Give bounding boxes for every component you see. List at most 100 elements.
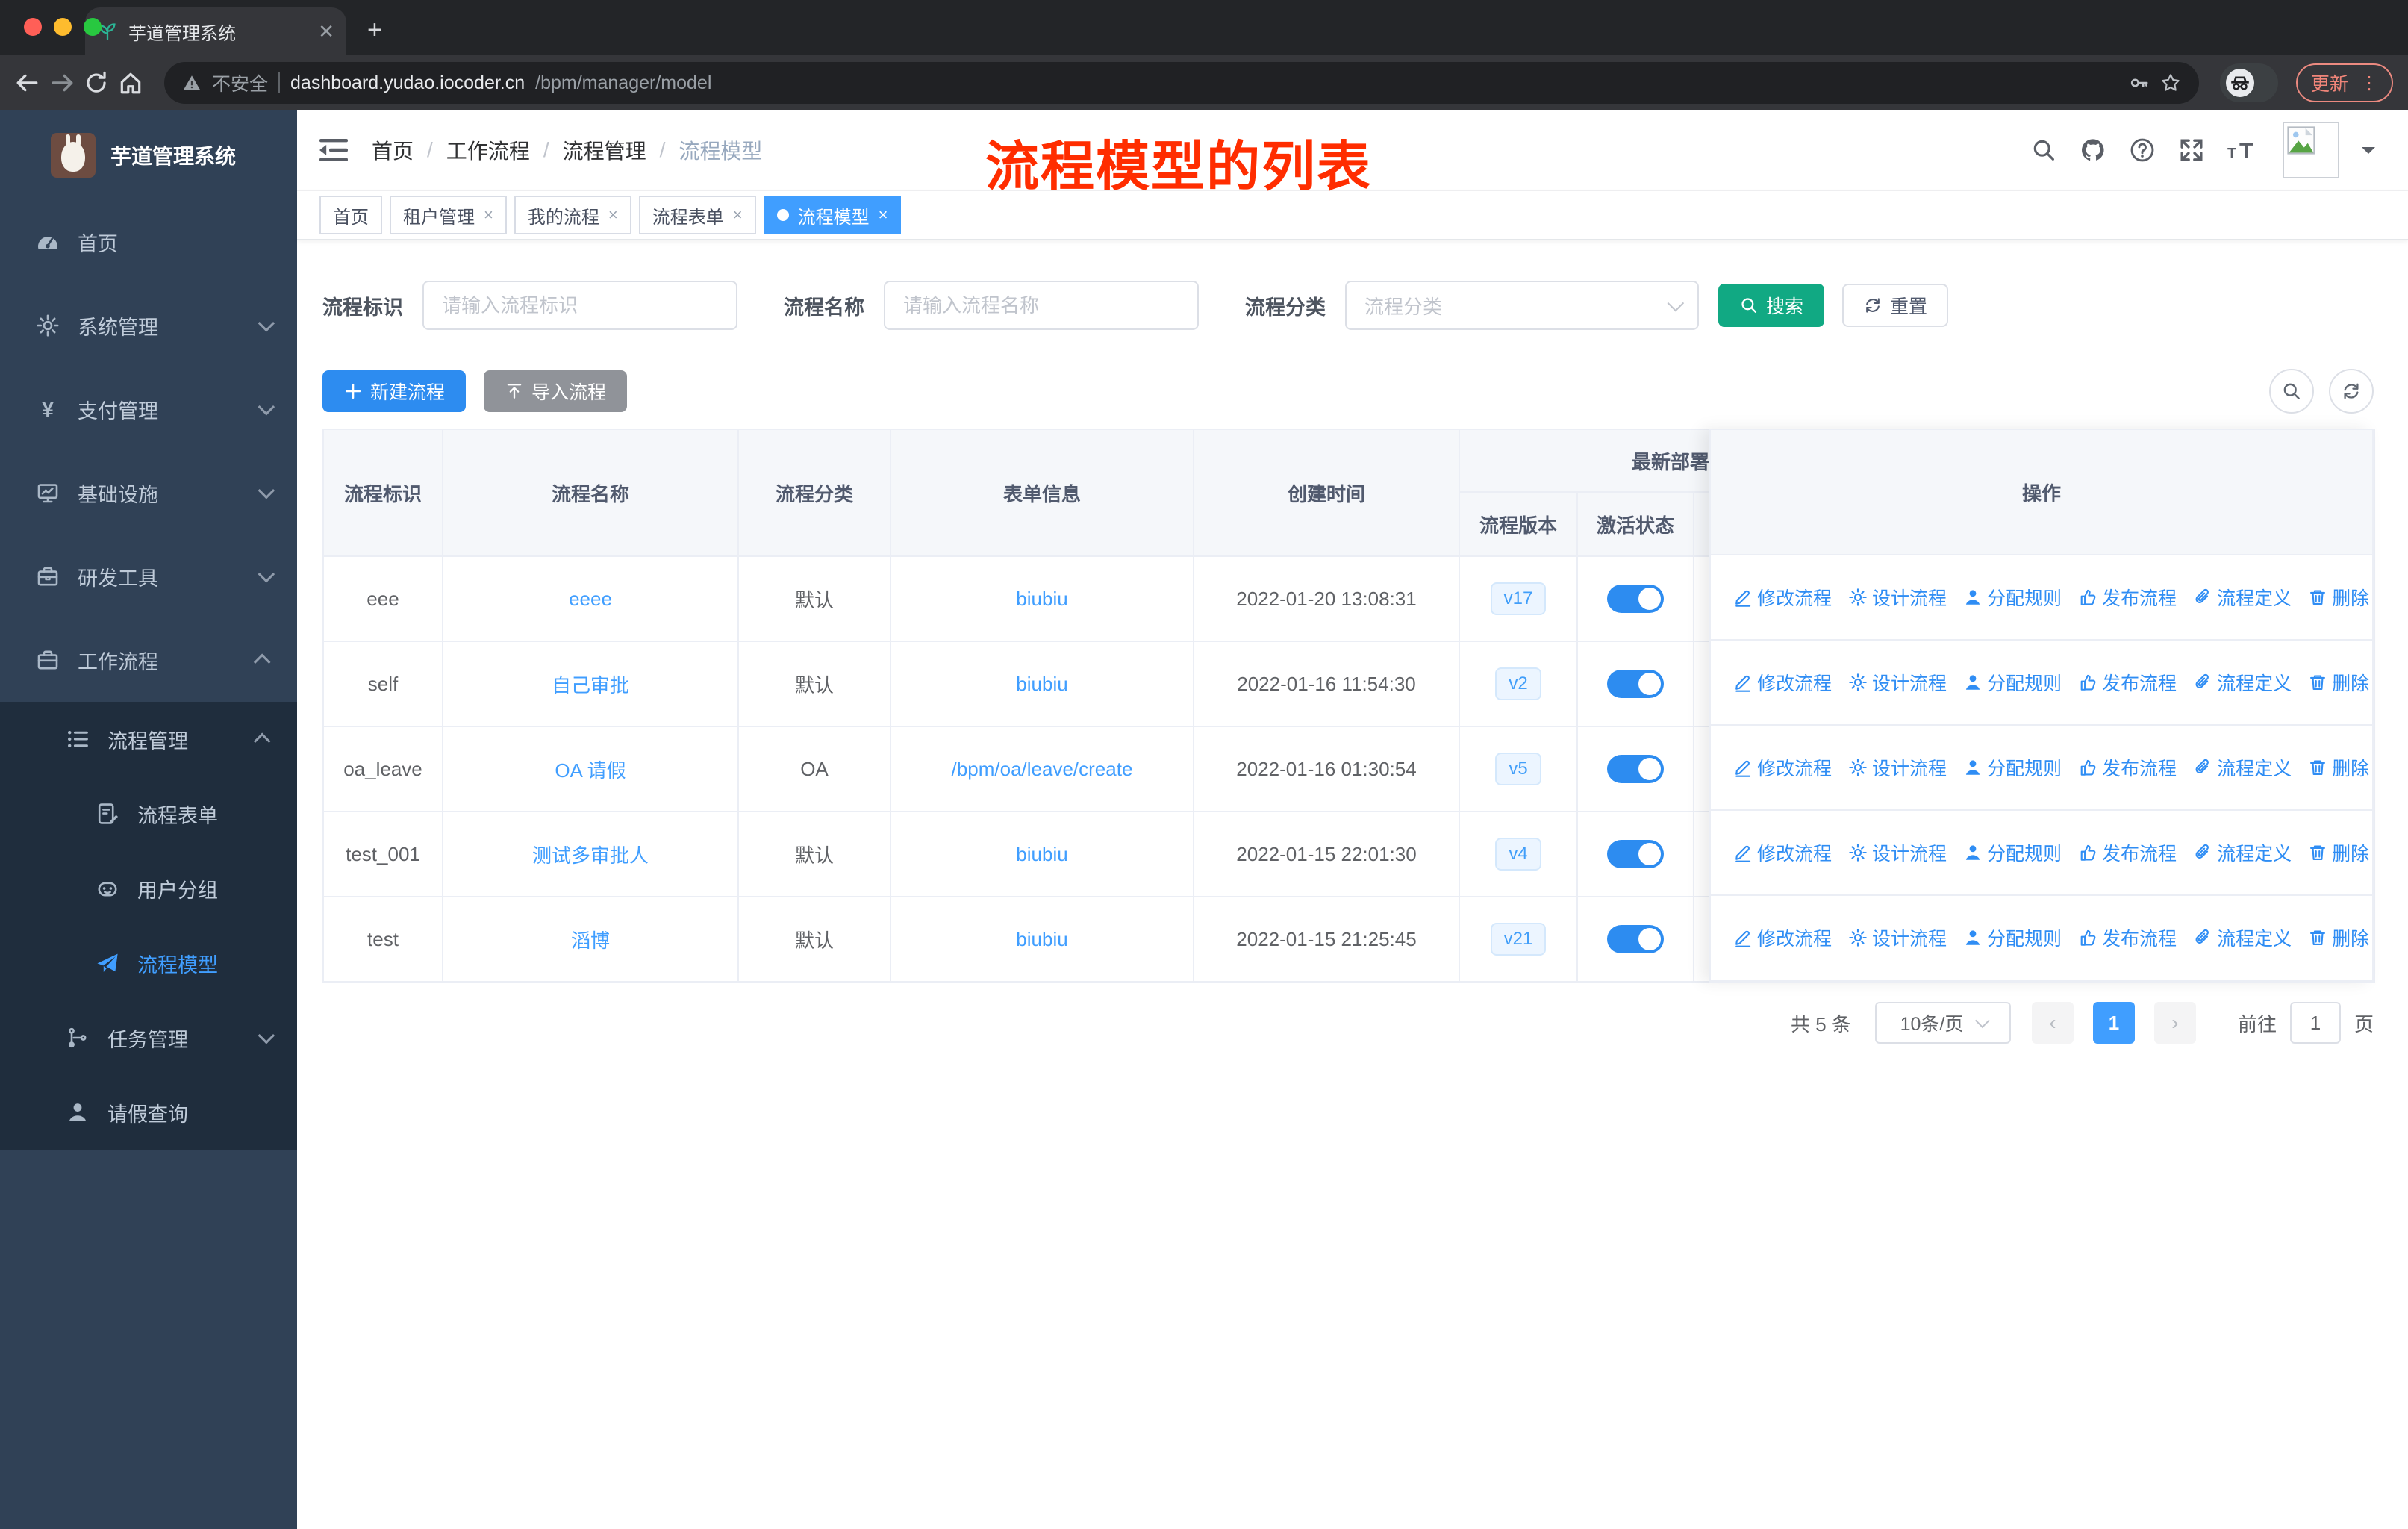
back-icon[interactable] bbox=[15, 70, 40, 96]
version-badge[interactable]: v2 bbox=[1495, 667, 1541, 700]
tag-租户管理[interactable]: 租户管理 × bbox=[390, 196, 507, 234]
action-发布流程[interactable]: 发布流程 bbox=[2078, 754, 2177, 781]
category-select[interactable]: 流程分类 bbox=[1345, 281, 1699, 330]
action-流程定义[interactable]: 流程定义 bbox=[2193, 584, 2292, 611]
active-toggle[interactable] bbox=[1607, 585, 1664, 613]
tag-首页[interactable]: 首页 bbox=[319, 196, 382, 234]
action-发布流程[interactable]: 发布流程 bbox=[2078, 584, 2177, 611]
action-设计流程[interactable]: 设计流程 bbox=[1848, 584, 1947, 611]
breadcrumb-item[interactable]: 工作流程 bbox=[446, 135, 530, 165]
goto-page-input[interactable] bbox=[2289, 1002, 2341, 1044]
help-icon[interactable] bbox=[2129, 137, 2156, 164]
new-tab-button[interactable]: + bbox=[367, 16, 382, 45]
home-icon[interactable] bbox=[118, 70, 143, 96]
sidebar-item-process-management[interactable]: 流程管理 bbox=[0, 702, 297, 776]
version-badge[interactable]: v17 bbox=[1490, 582, 1547, 615]
browser-tab[interactable]: 芋道管理系统 ✕ bbox=[85, 7, 346, 55]
browser-menu-icon[interactable]: ⋮ bbox=[2360, 72, 2378, 94]
process-name-link[interactable]: 滔博 bbox=[571, 929, 610, 952]
breadcrumb-item[interactable]: 首页 bbox=[372, 135, 414, 165]
action-删除[interactable]: 删除 bbox=[2308, 669, 2369, 696]
sidebar-item-process-form[interactable]: 流程表单 bbox=[0, 776, 297, 851]
action-删除[interactable]: 删除 bbox=[2308, 924, 2369, 951]
breadcrumb-item[interactable]: 流程管理 bbox=[563, 135, 646, 165]
action-设计流程[interactable]: 设计流程 bbox=[1848, 839, 1947, 866]
search-button[interactable]: 搜索 bbox=[1718, 284, 1825, 327]
sidebar-item-payment[interactable]: ¥ 支付管理 bbox=[0, 367, 297, 451]
form-info-link[interactable]: biubiu bbox=[1016, 673, 1067, 695]
action-发布流程[interactable]: 发布流程 bbox=[2078, 669, 2177, 696]
version-badge[interactable]: v21 bbox=[1490, 923, 1547, 956]
version-badge[interactable]: v4 bbox=[1495, 838, 1541, 871]
hamburger-icon[interactable] bbox=[319, 139, 348, 161]
github-icon[interactable] bbox=[2080, 137, 2106, 164]
sidebar-item-devtools[interactable]: 研发工具 bbox=[0, 535, 297, 618]
tag-close-icon[interactable]: × bbox=[484, 205, 493, 225]
sidebar-item-leave-query[interactable]: 请假查询 bbox=[0, 1075, 297, 1150]
action-修改流程[interactable]: 修改流程 bbox=[1733, 924, 1832, 951]
action-修改流程[interactable]: 修改流程 bbox=[1733, 584, 1832, 611]
action-删除[interactable]: 删除 bbox=[2308, 754, 2369, 781]
page-number-current[interactable]: 1 bbox=[2092, 1002, 2135, 1044]
active-toggle[interactable] bbox=[1607, 755, 1664, 783]
prev-page-button[interactable]: ‹ bbox=[2031, 1002, 2074, 1044]
process-name-link[interactable]: 自己审批 bbox=[552, 674, 629, 697]
action-流程定义[interactable]: 流程定义 bbox=[2193, 924, 2292, 951]
form-info-link[interactable]: biubiu bbox=[1016, 928, 1067, 950]
action-发布流程[interactable]: 发布流程 bbox=[2078, 924, 2177, 951]
action-修改流程[interactable]: 修改流程 bbox=[1733, 839, 1832, 866]
sidebar-item-home[interactable]: 首页 bbox=[0, 200, 297, 284]
forward-icon[interactable] bbox=[49, 70, 75, 96]
minimize-window-button[interactable] bbox=[54, 18, 72, 36]
avatar[interactable] bbox=[2283, 122, 2339, 178]
process-name-link[interactable]: 测试多审批人 bbox=[532, 844, 649, 867]
action-设计流程[interactable]: 设计流程 bbox=[1848, 924, 1947, 951]
sidebar-item-infrastructure[interactable]: 基础设施 bbox=[0, 451, 297, 535]
update-browser-button[interactable]: 更新 ⋮ bbox=[2295, 63, 2393, 102]
sidebar-item-system[interactable]: 系统管理 bbox=[0, 284, 297, 367]
action-删除[interactable]: 删除 bbox=[2308, 839, 2369, 866]
reload-icon[interactable] bbox=[84, 70, 109, 96]
key-icon[interactable] bbox=[2129, 72, 2150, 93]
action-删除[interactable]: 删除 bbox=[2308, 584, 2369, 611]
process-name-input[interactable] bbox=[884, 281, 1199, 330]
tag-我的流程[interactable]: 我的流程 × bbox=[514, 196, 631, 234]
tab-close-icon[interactable]: ✕ bbox=[318, 22, 334, 41]
tag-流程模型[interactable]: 流程模型 × bbox=[763, 196, 902, 234]
action-流程定义[interactable]: 流程定义 bbox=[2193, 839, 2292, 866]
version-badge[interactable]: v5 bbox=[1495, 753, 1541, 785]
action-分配规则[interactable]: 分配规则 bbox=[1963, 754, 2062, 781]
action-流程定义[interactable]: 流程定义 bbox=[2193, 669, 2292, 696]
form-info-link[interactable]: biubiu bbox=[1016, 588, 1067, 610]
address-bar[interactable]: 不安全 dashboard.yudao.iocoder.cn/bpm/manag… bbox=[164, 62, 2199, 104]
font-size-icon[interactable]: TT bbox=[2227, 137, 2260, 164]
action-分配规则[interactable]: 分配规则 bbox=[1963, 924, 2062, 951]
action-设计流程[interactable]: 设计流程 bbox=[1848, 669, 1947, 696]
sidebar-item-process-model[interactable]: 流程模型 bbox=[0, 926, 297, 1000]
create-process-button[interactable]: 新建流程 bbox=[322, 370, 467, 412]
search-icon[interactable] bbox=[2030, 137, 2057, 164]
process-name-link[interactable]: OA 请假 bbox=[555, 759, 626, 782]
action-发布流程[interactable]: 发布流程 bbox=[2078, 839, 2177, 866]
zoom-window-button[interactable] bbox=[84, 18, 102, 36]
sidebar-item-task-management[interactable]: 任务管理 bbox=[0, 1000, 297, 1075]
action-分配规则[interactable]: 分配规则 bbox=[1963, 584, 2062, 611]
action-修改流程[interactable]: 修改流程 bbox=[1733, 669, 1832, 696]
next-page-button[interactable]: › bbox=[2153, 1002, 2196, 1044]
form-info-link[interactable]: /bpm/oa/leave/create bbox=[952, 758, 1133, 780]
process-name-link[interactable]: eeee bbox=[569, 588, 612, 610]
action-分配规则[interactable]: 分配规则 bbox=[1963, 669, 2062, 696]
action-设计流程[interactable]: 设计流程 bbox=[1848, 754, 1947, 781]
active-toggle[interactable] bbox=[1607, 925, 1664, 953]
tag-close-icon[interactable]: × bbox=[733, 205, 743, 225]
sidebar-item-user-group[interactable]: 用户分组 bbox=[0, 851, 297, 926]
import-process-button[interactable]: 导入流程 bbox=[484, 370, 628, 412]
close-window-button[interactable] bbox=[24, 18, 42, 36]
show-search-button[interactable] bbox=[2269, 369, 2314, 414]
action-分配规则[interactable]: 分配规则 bbox=[1963, 839, 2062, 866]
tag-流程表单[interactable]: 流程表单 × bbox=[638, 196, 756, 234]
action-流程定义[interactable]: 流程定义 bbox=[2193, 754, 2292, 781]
active-toggle[interactable] bbox=[1607, 670, 1664, 698]
bookmark-star-icon[interactable] bbox=[2160, 72, 2181, 93]
refresh-table-button[interactable] bbox=[2329, 369, 2374, 414]
